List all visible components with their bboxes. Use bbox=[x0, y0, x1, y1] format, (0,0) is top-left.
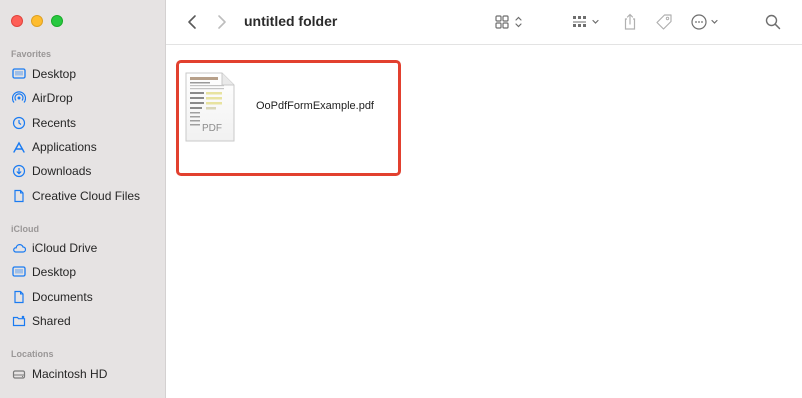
sidebar-item-icloud-drive[interactable]: iCloud Drive bbox=[11, 238, 161, 258]
sidebar-item-airdrop[interactable]: AirDrop bbox=[11, 88, 161, 108]
maximize-window-button[interactable] bbox=[51, 15, 63, 27]
sidebar-item-label: Documents bbox=[32, 290, 93, 304]
file-item-icon[interactable]: PDF bbox=[184, 72, 236, 142]
sidebar-item-creative-cloud-files[interactable]: Creative Cloud Files bbox=[11, 186, 161, 206]
sidebar-item-desktop[interactable]: Desktop bbox=[11, 64, 161, 84]
folder-title: untitled folder bbox=[244, 13, 338, 29]
view-mode-button[interactable] bbox=[494, 12, 528, 32]
sidebar-item-label: AirDrop bbox=[32, 91, 73, 105]
applications-icon bbox=[11, 140, 26, 155]
tag-icon bbox=[656, 14, 672, 30]
tags-button[interactable] bbox=[653, 12, 675, 32]
group-button[interactable] bbox=[571, 12, 605, 32]
sidebar-item-label: Desktop bbox=[32, 265, 77, 279]
sidebar-section-locations: Locations bbox=[11, 349, 54, 359]
share-button[interactable] bbox=[620, 12, 640, 32]
sidebar-item-recents[interactable]: Recents bbox=[11, 113, 161, 133]
sidebar-section-favorites: Favorites bbox=[11, 49, 52, 59]
more-actions-button[interactable] bbox=[690, 12, 724, 32]
sidebar-item-label: Desktop bbox=[32, 67, 77, 81]
sidebar-section-icloud: iCloud bbox=[11, 224, 39, 234]
document-icon bbox=[11, 189, 26, 204]
sidebar-item-label: iCloud Drive bbox=[32, 241, 98, 255]
airdrop-icon bbox=[11, 91, 26, 106]
search-icon bbox=[765, 14, 781, 30]
desktop-icon bbox=[11, 265, 26, 280]
file-item-name[interactable]: OoPdfFormExample.pdf bbox=[256, 100, 374, 112]
sidebar-item-label: Applications bbox=[32, 140, 97, 154]
forward-button[interactable] bbox=[214, 12, 230, 32]
download-icon bbox=[11, 164, 26, 179]
sidebar-item-shared[interactable]: Shared bbox=[11, 311, 161, 331]
minimize-window-button[interactable] bbox=[31, 15, 43, 27]
clock-icon bbox=[11, 116, 26, 131]
sidebar: Favorites Desktop AirDrop Recents Applic… bbox=[0, 0, 166, 398]
document-icon bbox=[11, 290, 26, 305]
sidebar-item-label: Shared bbox=[32, 314, 71, 328]
window-controls bbox=[11, 15, 63, 27]
sidebar-item-label: Macintosh HD bbox=[32, 367, 108, 381]
file-type-label: PDF bbox=[202, 123, 222, 134]
sidebar-item-icloud-desktop[interactable]: Desktop bbox=[11, 262, 161, 282]
chevron-right-icon bbox=[218, 15, 226, 29]
ellipsis-circle-icon bbox=[691, 14, 718, 30]
sidebar-item-documents[interactable]: Documents bbox=[11, 287, 161, 307]
search-button[interactable] bbox=[764, 12, 782, 32]
sidebar-item-applications[interactable]: Applications bbox=[11, 137, 161, 157]
finder-window: Favorites Desktop AirDrop Recents Applic… bbox=[0, 0, 802, 398]
disk-icon bbox=[11, 367, 26, 382]
close-window-button[interactable] bbox=[11, 15, 23, 27]
grid-view-icon bbox=[495, 15, 522, 29]
sidebar-item-label: Recents bbox=[32, 116, 77, 130]
desktop-icon bbox=[11, 67, 26, 82]
back-button[interactable] bbox=[184, 12, 200, 32]
sidebar-item-downloads[interactable]: Downloads bbox=[11, 161, 161, 181]
sidebar-item-macintosh-hd[interactable]: Macintosh HD bbox=[11, 364, 161, 384]
sidebar-item-label: Creative Cloud Files bbox=[32, 189, 141, 203]
group-by-icon bbox=[573, 16, 599, 27]
sidebar-item-label: Downloads bbox=[32, 164, 92, 178]
cloud-icon bbox=[11, 241, 26, 256]
shared-folder-icon bbox=[11, 314, 26, 329]
chevron-left-icon bbox=[188, 15, 196, 29]
share-icon bbox=[624, 13, 636, 30]
